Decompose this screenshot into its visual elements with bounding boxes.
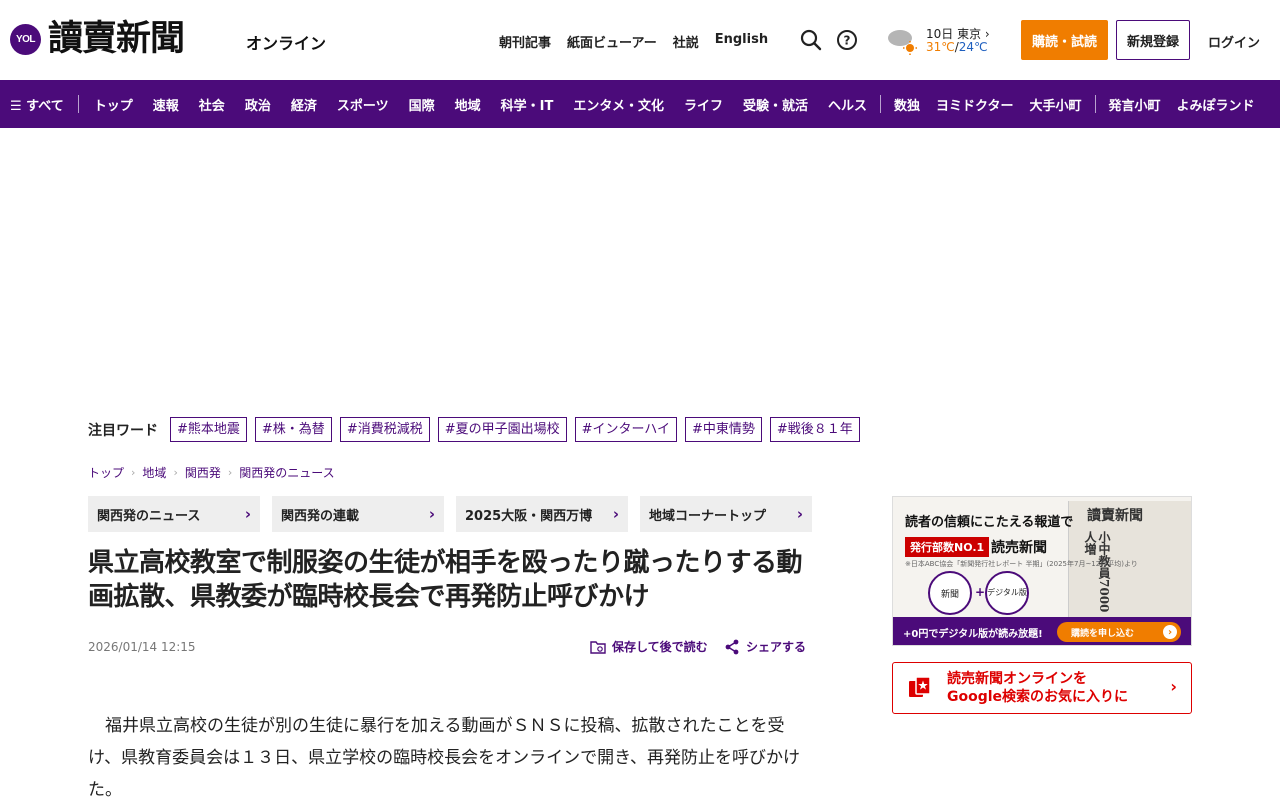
- nav-divider: [1094, 95, 1096, 113]
- search-icon[interactable]: [799, 28, 823, 52]
- temp-high: 31℃: [926, 40, 955, 54]
- weather-widget[interactable]: 10日 東京 › 31℃/24℃: [886, 24, 996, 58]
- subnav-expo[interactable]: 2025大阪・関西万博 ›: [456, 496, 628, 532]
- chevron-right-icon: ›: [428, 505, 435, 523]
- save-for-later-button[interactable]: 保存して後で読む: [590, 638, 708, 655]
- breadcrumb-item[interactable]: 関西発: [185, 464, 221, 481]
- chevron-right-icon: ›: [1163, 625, 1177, 639]
- site-header: YOL 讀賣新聞 オンライン 朝刊記事 紙面ビューアー 社説 English ?…: [0, 0, 1280, 80]
- nav-item[interactable]: ライフ: [684, 95, 723, 114]
- trending-words: 注目ワード #熊本地震 #株・為替 #消費税減税 #夏の甲子園出場校 #インター…: [88, 417, 860, 442]
- google-preferred-source-button[interactable]: 読売新聞オンラインを Google検索のお気に入りに ›: [892, 662, 1192, 714]
- ad-space: [0, 128, 1280, 408]
- nav-item[interactable]: 受験・就活: [743, 95, 808, 114]
- folder-icon: [590, 640, 606, 654]
- register-button[interactable]: 新規登録: [1116, 20, 1190, 60]
- paper-logo: 讀賣新聞: [1087, 508, 1143, 524]
- share-button[interactable]: シェアする: [724, 638, 806, 655]
- nav-item[interactable]: 数独: [894, 95, 920, 114]
- breadcrumb-item[interactable]: トップ: [88, 464, 124, 481]
- breadcrumb-item[interactable]: 地域: [142, 464, 166, 481]
- link-paper-viewer[interactable]: 紙面ビューアー: [567, 32, 657, 51]
- link-english[interactable]: English: [715, 32, 768, 51]
- header-links: 朝刊記事 紙面ビューアー 社説 English: [499, 32, 768, 51]
- chevron-right-icon: ›: [131, 466, 136, 479]
- trending-tag[interactable]: #夏の甲子園出場校: [437, 417, 567, 442]
- trending-tag[interactable]: #消費税減税: [339, 417, 430, 442]
- nav-item[interactable]: 地域: [455, 95, 481, 114]
- breadcrumb-item[interactable]: 関西発のニュース: [239, 464, 334, 481]
- trending-tag[interactable]: #熊本地震: [170, 417, 247, 442]
- subnav-kansai-series[interactable]: 関西発の連載 ›: [272, 496, 444, 532]
- chevron-right-icon: ›: [612, 505, 619, 523]
- google-box-text: 読売新聞オンラインを Google検索のお気に入りに: [947, 671, 1129, 705]
- bookmark-star-icon: [909, 676, 931, 697]
- weather-temperature: 31℃/24℃: [926, 40, 988, 54]
- login-link[interactable]: ログイン: [1208, 32, 1260, 51]
- nav-item[interactable]: 科学・IT: [501, 95, 554, 114]
- nav-item[interactable]: トップ: [94, 95, 133, 114]
- banner-bar: +0円でデジタル版が読み放題! 購読を申し込む ›: [893, 617, 1191, 645]
- nav-item[interactable]: エンタメ・文化: [573, 95, 664, 114]
- nav-item[interactable]: 政治: [245, 95, 271, 114]
- link-editorial[interactable]: 社説: [673, 32, 699, 51]
- svg-text:?: ?: [844, 34, 851, 48]
- subscribe-button[interactable]: 購読・試読: [1021, 20, 1108, 60]
- cloudy-sunny-icon: [888, 30, 917, 55]
- paper-headline: 小中教員7000人増: [1083, 531, 1111, 613]
- chevron-right-icon: ›: [227, 466, 233, 479]
- breadcrumb: トップ › 地域 › 関西発 › 関西発のニュース: [88, 464, 335, 481]
- nav-divider: [77, 95, 79, 113]
- chevron-right-icon: ›: [173, 466, 178, 479]
- nav-divider: [880, 95, 882, 113]
- nav-menu-all[interactable]: ☰ すべて: [10, 95, 64, 114]
- temp-low: 24℃: [958, 40, 988, 54]
- trending-tag[interactable]: #戦後８１年: [769, 417, 860, 442]
- section-subnav: 関西発のニュース › 関西発の連載 › 2025大阪・関西万博 › 地域コーナートップ…: [88, 496, 812, 532]
- site-logo-subtitle[interactable]: オンライン: [246, 30, 326, 54]
- banner-headline: 読者の信頼にこたえる報道で: [905, 515, 1074, 530]
- subnav-kansai-news[interactable]: 関西発のニュース ›: [88, 496, 260, 532]
- subnav-region-top[interactable]: 地域コーナートップ ›: [640, 496, 812, 532]
- apply-subscription-button[interactable]: 購読を申し込む ›: [1057, 622, 1181, 642]
- banner-badge: 発行部数NO.1: [905, 537, 990, 557]
- banner-bar-text: +0円でデジタル版が読み放題!: [903, 628, 1043, 640]
- nav-item[interactable]: 国際: [409, 95, 435, 114]
- chevron-right-icon: ›: [796, 505, 803, 523]
- nav-item[interactable]: ヨミドクター: [936, 95, 1013, 114]
- nav-item[interactable]: 社会: [199, 95, 225, 114]
- share-icon: [725, 639, 739, 654]
- chevron-right-icon: ›: [984, 27, 990, 41]
- nav-item[interactable]: 速報: [153, 95, 179, 114]
- trending-label: 注目ワード: [88, 422, 158, 439]
- banner-name: 読売新聞: [991, 540, 1047, 556]
- article-title: 県立高校教室で制服姿の生徒が相手を殴ったり蹴ったりする動画拡散、県教委が臨時校長…: [88, 548, 803, 612]
- nav-item[interactable]: 発言小町: [1109, 95, 1161, 114]
- article-body: 福井県立高校の生徒が別の生徒に暴行を加える動画がＳＮＳに投稿、拡散されたことを受…: [88, 716, 800, 800]
- nav-item[interactable]: ヘルス: [828, 95, 867, 114]
- chevron-right-icon: ›: [1170, 677, 1177, 696]
- article-date: 2026/01/14 12:15: [88, 640, 196, 654]
- banner-plus: +: [975, 585, 986, 599]
- nav-item[interactable]: 大手小町: [1030, 95, 1082, 114]
- trending-tag[interactable]: #株・為替: [254, 417, 332, 442]
- banner-circle-digital: デジタル版: [985, 571, 1029, 615]
- main-nav: ☰ すべて トップ 速報 社会 政治 経済 スポーツ 国際 地域 科学・IT エ…: [0, 80, 1280, 128]
- banner-circle-paper: 新聞: [928, 571, 972, 615]
- site-logo[interactable]: 讀賣新聞: [48, 14, 185, 64]
- help-icon[interactable]: ?: [835, 28, 859, 52]
- nav-item[interactable]: よみぽランド: [1177, 95, 1255, 114]
- chevron-right-icon: ›: [244, 505, 251, 523]
- trending-tag[interactable]: #中東情勢: [685, 417, 762, 442]
- banner-note: ※日本ABC協会「新聞発行社レポート 半期」(2025年7月~12月平均)より: [905, 560, 1138, 568]
- nav-item[interactable]: 経済: [291, 95, 317, 114]
- yol-logo-badge[interactable]: YOL: [10, 24, 41, 55]
- subscription-banner[interactable]: 讀賣新聞 小中教員7000人増 読者の信頼にこたえる報道で 発行部数NO.1 読…: [892, 496, 1192, 646]
- trending-tag[interactable]: #インターハイ: [574, 417, 677, 442]
- nav-item[interactable]: スポーツ: [337, 95, 389, 114]
- link-morning-articles[interactable]: 朝刊記事: [499, 32, 551, 51]
